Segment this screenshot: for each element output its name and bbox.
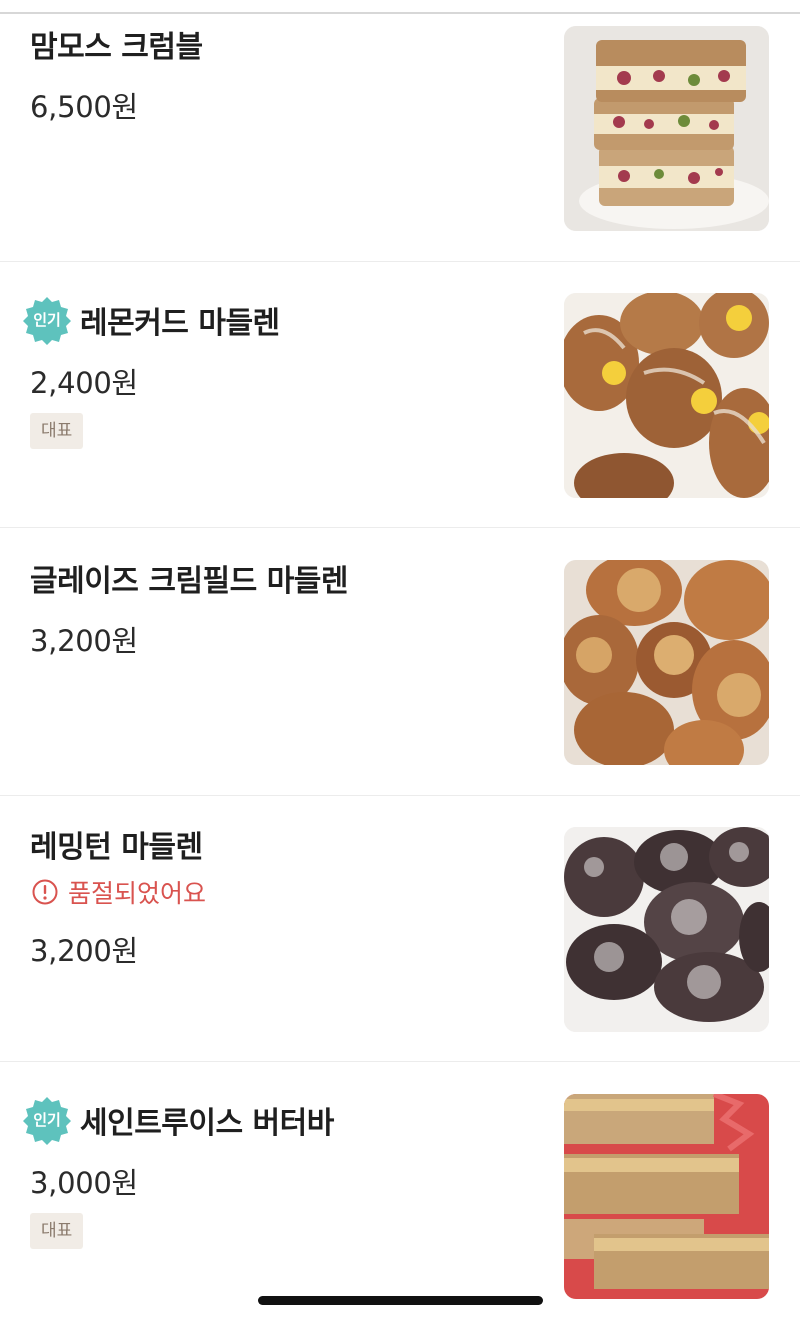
item-name: 레밍턴 마들렌 xyxy=(30,830,203,865)
crumble-cake-photo[interactable] xyxy=(564,26,769,231)
item-price: 3,000원 xyxy=(30,1166,138,1200)
item-name-row: 글레이즈 크림필드 마들렌 xyxy=(30,556,349,600)
popular-badge: 인기 xyxy=(22,295,72,345)
soldout-notice: 품절되었어요 xyxy=(32,874,206,910)
alert-circle-icon xyxy=(32,879,58,905)
item-name-row: 레밍턴 마들렌 xyxy=(30,822,203,866)
item-name-row: 인기 세인트루이스 버터바 xyxy=(23,1097,334,1145)
home-indicator[interactable] xyxy=(258,1296,543,1305)
item-price: 6,500원 xyxy=(30,90,138,124)
signature-tag: 대표 xyxy=(30,413,84,449)
menu-item-mammoth-crumble[interactable]: 맘모스 크럼블 6,500원 xyxy=(0,0,800,262)
soldout-text: 품절되었어요 xyxy=(68,879,207,908)
item-name: 레몬커드 마들렌 xyxy=(80,306,280,341)
item-price: 2,400원 xyxy=(30,366,138,400)
lemon-curd-madeleine-photo[interactable] xyxy=(564,293,769,498)
menu-item-lemon-curd-madeleine[interactable]: 인기 레몬커드 마들렌 2,400원 대표 xyxy=(0,262,800,528)
butter-bar-photo[interactable] xyxy=(564,1094,769,1299)
item-name-row: 인기 레몬커드 마들렌 xyxy=(23,297,280,345)
popular-badge-label: 인기 xyxy=(33,311,61,329)
menu-item-lamington-madeleine[interactable]: 레밍턴 마들렌 품절되었어요 3,200원 xyxy=(0,796,800,1062)
item-name: 맘모스 크럼블 xyxy=(30,30,203,65)
signature-tag: 대표 xyxy=(30,1213,84,1249)
item-price: 3,200원 xyxy=(30,934,138,968)
menu-item-glazed-cream-madeleine[interactable]: 글레이즈 크림필드 마들렌 3,200원 xyxy=(0,528,800,796)
glazed-cream-madeleine-photo[interactable] xyxy=(564,560,769,765)
item-price: 3,200원 xyxy=(30,624,138,658)
item-name: 세인트루이스 버터바 xyxy=(80,1106,334,1141)
popular-badge-label: 인기 xyxy=(33,1111,61,1129)
item-name: 글레이즈 크림필드 마들렌 xyxy=(30,564,349,599)
lamington-madeleine-photo[interactable] xyxy=(564,827,769,1032)
menu-item-st-louis-butter-bar[interactable]: 인기 세인트루이스 버터바 3,000원 대표 xyxy=(0,1062,800,1322)
item-name-row: 맘모스 크럼블 xyxy=(30,22,203,66)
popular-badge: 인기 xyxy=(22,1095,72,1145)
